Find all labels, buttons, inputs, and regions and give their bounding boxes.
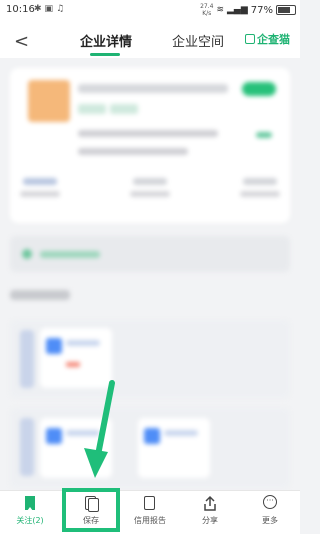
wifi-icon: ≋ [216, 5, 224, 15]
stats-row [20, 178, 280, 197]
tab-company-details[interactable]: 企业详情 [80, 31, 132, 56]
status-icons: ✱ ▣ ♫ [34, 4, 64, 14]
section-title-blurred [10, 290, 70, 300]
share-label: 分享 [202, 516, 218, 525]
stat-item [130, 178, 170, 197]
tab-company-space[interactable]: 企业空间 [172, 31, 224, 50]
company-card[interactable] [10, 68, 290, 223]
annotation-highlight-box [62, 488, 120, 532]
net-speed-value: 27.4 [200, 3, 214, 10]
service-panel [10, 408, 290, 488]
service-label-blurred [66, 430, 100, 436]
service-box[interactable] [40, 328, 112, 388]
service-badge [66, 362, 80, 367]
tag-chip [110, 104, 138, 114]
bluetooth-icon: ✱ [34, 4, 42, 14]
bottom-toolbar: 关注(2) 保存 信用报告 分享 ··· 更多 [0, 490, 300, 534]
bell-icon: ♫ [56, 4, 65, 14]
service-icon [46, 428, 62, 444]
top-nav: < 企业详情 企业空间 企查猫 [0, 22, 300, 58]
bookmark-icon [20, 495, 40, 513]
net-speed-unit: K/s [202, 10, 212, 17]
service-panel [10, 320, 290, 398]
phone-icon [22, 249, 32, 259]
status-right: 27.4 K/s ≋ ▂▄▆ 77% [200, 3, 296, 17]
brand-logo[interactable]: 企查猫 [245, 31, 290, 47]
service-box[interactable] [138, 418, 210, 478]
brand-icon [245, 34, 255, 44]
tag-chips [78, 104, 138, 114]
blurred-content [0, 58, 300, 490]
status-badge [242, 82, 276, 96]
service-label-blurred [164, 430, 198, 436]
more-label: 更多 [262, 516, 278, 525]
phone-number-blurred [40, 251, 100, 258]
service-box[interactable] [40, 418, 112, 478]
more-icon: ··· [260, 495, 280, 513]
report-icon [140, 495, 160, 513]
tag-chip [78, 104, 106, 114]
brand-label: 企查猫 [257, 33, 290, 46]
info-line [78, 130, 218, 137]
panel-strip [20, 418, 34, 476]
net-speed: 27.4 K/s [200, 3, 213, 17]
phone-row[interactable] [10, 236, 290, 272]
service-label-blurred [66, 340, 100, 346]
service-icon [144, 428, 160, 444]
follow-label: 关注(2) [16, 516, 44, 525]
share-button[interactable]: 分享 [180, 495, 240, 526]
info-line [78, 148, 188, 155]
battery-icon [276, 5, 296, 15]
company-name-blurred [78, 84, 228, 93]
share-icon [200, 495, 220, 513]
service-icon [46, 338, 62, 354]
more-link [256, 132, 272, 138]
status-time: 10:16 [6, 4, 35, 15]
stat-item [20, 178, 60, 197]
follow-button[interactable]: 关注(2) [0, 495, 60, 526]
credit-report-label: 信用报告 [134, 516, 166, 525]
company-logo [28, 80, 70, 122]
back-arrow-icon[interactable]: < [14, 31, 29, 52]
notification-icon: ▣ [44, 4, 54, 14]
credit-report-button[interactable]: 信用报告 [120, 495, 180, 526]
more-button[interactable]: ··· 更多 [240, 495, 300, 526]
panel-strip [20, 330, 34, 388]
stat-item [240, 178, 280, 197]
signal-icon: ▂▄▆ [227, 5, 248, 15]
battery-percent: 77% [250, 4, 273, 16]
status-bar: 10:16 ✱ ▣ ♫ 27.4 K/s ≋ ▂▄▆ 77% [0, 0, 300, 22]
